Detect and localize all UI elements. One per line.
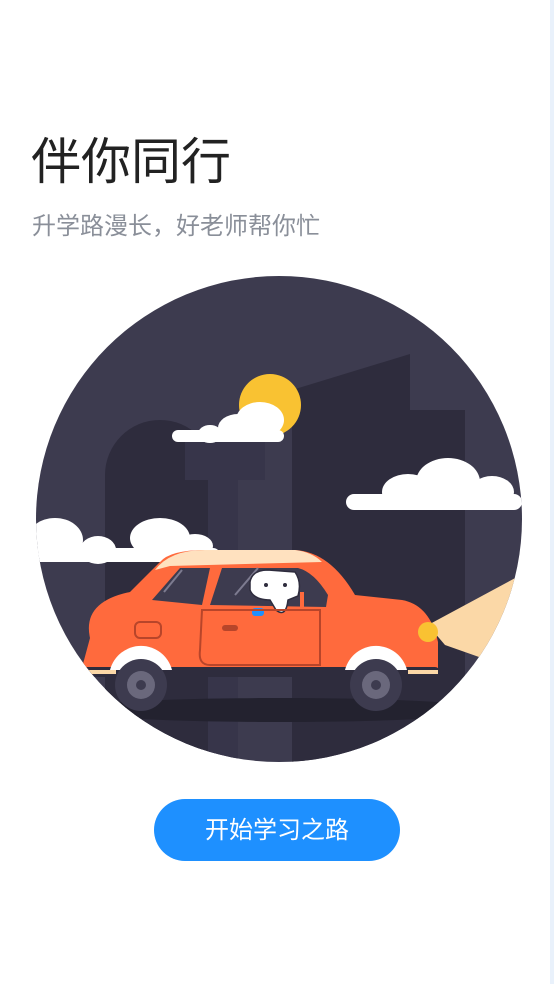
- car-illustration: [36, 276, 522, 762]
- page-subtitle: 升学路漫长，好老师帮你忙: [32, 212, 320, 240]
- right-edge-strip: [550, 0, 554, 984]
- start-learning-button[interactable]: 开始学习之路: [154, 799, 400, 861]
- page-title: 伴你同行: [31, 133, 231, 191]
- onboarding-screen: 伴你同行 升学路漫长，好老师帮你忙 开始学习之路: [0, 0, 554, 984]
